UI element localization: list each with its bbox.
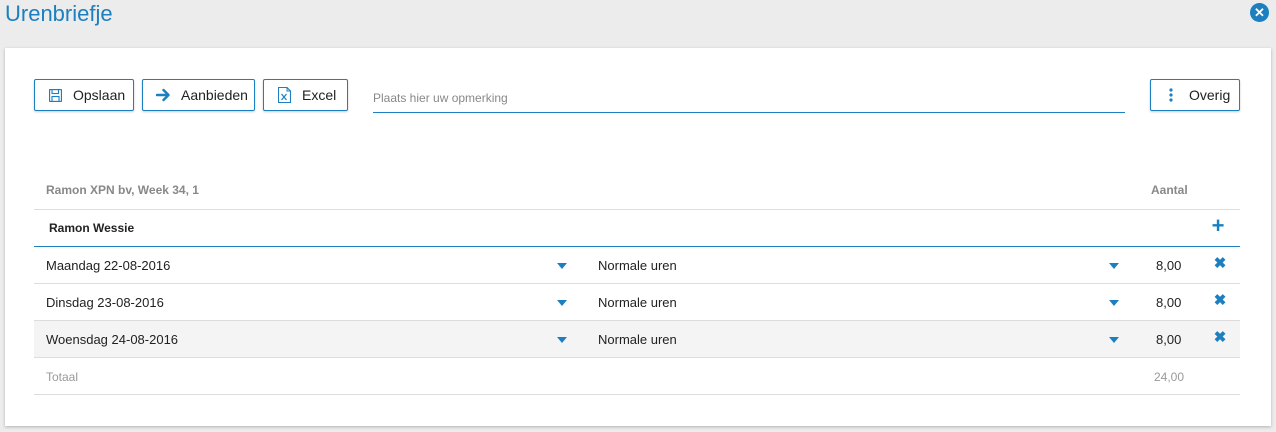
row-amount: 8,00 xyxy=(1156,295,1182,310)
employee-name: Ramon Wessie xyxy=(49,221,135,235)
row-hour-type: Normale uren xyxy=(598,332,677,347)
total-value: 24,00 xyxy=(1154,370,1185,384)
delete-icon[interactable]: ✖ xyxy=(1213,256,1227,271)
arrow-right-icon xyxy=(155,87,171,103)
row-hour-type: Normale uren xyxy=(598,258,677,273)
row-amount: 8,00 xyxy=(1156,332,1182,347)
excel-button-label: Excel xyxy=(302,87,337,103)
timesheet-panel: Opslaan Aanbieden Excel Overig Ramon XPN… xyxy=(5,48,1271,426)
more-button-label: Overig xyxy=(1189,87,1231,103)
amount-column-header: Aantal xyxy=(1151,183,1188,197)
row-date: Maandag 22-08-2016 xyxy=(46,258,171,273)
excel-button[interactable]: Excel xyxy=(263,79,348,111)
chevron-down-icon[interactable] xyxy=(1108,335,1120,345)
close-icon[interactable]: ✕ xyxy=(1250,3,1269,22)
row-amount: 8,00 xyxy=(1156,258,1182,273)
plus-icon[interactable]: + xyxy=(1209,215,1227,237)
table-row: Maandag 22-08-2016 Normale uren 8,00 ✖ xyxy=(34,247,1240,283)
chevron-down-icon[interactable] xyxy=(1108,298,1120,308)
offer-button-label: Aanbieden xyxy=(181,87,248,103)
chevron-down-icon[interactable] xyxy=(556,335,568,345)
table-row: Dinsdag 23-08-2016 Normale uren 8,00 ✖ xyxy=(34,284,1240,320)
page-title: Urenbriefje xyxy=(5,1,113,26)
offer-button[interactable]: Aanbieden xyxy=(142,79,255,111)
floppy-disk-icon xyxy=(47,87,63,103)
chevron-down-icon[interactable] xyxy=(556,261,568,271)
chevron-down-icon[interactable] xyxy=(556,298,568,308)
row-date: Woensdag 24-08-2016 xyxy=(46,332,179,347)
more-button[interactable]: Overig xyxy=(1150,79,1240,111)
divider xyxy=(34,209,1240,210)
total-label: Totaal xyxy=(46,370,79,384)
divider xyxy=(34,394,1240,395)
save-button[interactable]: Opslaan xyxy=(34,79,134,111)
table-row: Woensdag 24-08-2016 Normale uren 8,00 ✖ xyxy=(34,321,1240,357)
save-button-label: Opslaan xyxy=(73,87,126,103)
excel-file-icon xyxy=(276,87,292,103)
remark-input[interactable] xyxy=(373,84,1125,113)
chevron-down-icon[interactable] xyxy=(1108,261,1120,271)
week-header: Ramon XPN bv, Week 34, 1 xyxy=(46,183,199,197)
row-hour-type: Normale uren xyxy=(598,295,677,310)
row-date: Dinsdag 23-08-2016 xyxy=(46,295,164,310)
delete-icon[interactable]: ✖ xyxy=(1213,330,1227,345)
vertical-dots-icon xyxy=(1163,87,1179,103)
divider xyxy=(34,357,1240,358)
delete-icon[interactable]: ✖ xyxy=(1213,293,1227,308)
